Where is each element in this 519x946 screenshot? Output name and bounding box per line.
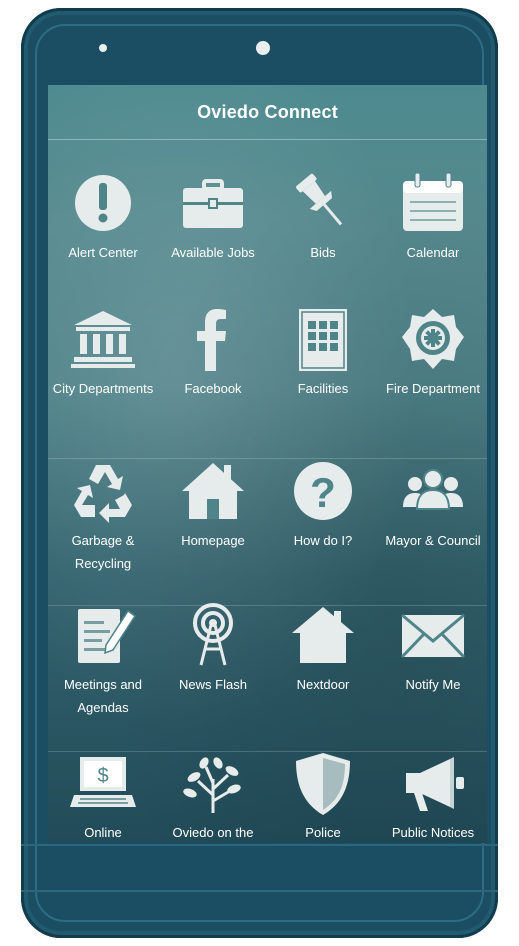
laptop-dollar-icon: $ (70, 757, 136, 807)
tile-label: Public Notices (391, 825, 475, 840)
government-building-icon (71, 311, 135, 368)
recycle-icon (74, 465, 132, 523)
pushpin-icon (296, 173, 343, 226)
tile-label: Mayor & Council (385, 533, 481, 548)
tile-label: Bids (310, 245, 336, 260)
house-icon (292, 607, 354, 663)
megaphone-icon (406, 757, 464, 811)
tile-label: Police (305, 825, 341, 840)
tree-icon (183, 757, 241, 813)
title-bar: Oviedo Connect (48, 85, 487, 140)
tile-label: Online (84, 825, 122, 840)
tile-online[interactable]: $ Online (48, 749, 158, 843)
shield-icon (296, 753, 350, 815)
tile-police[interactable]: Police (268, 749, 378, 843)
tile-oviedo-on-the[interactable]: Oviedo on the (158, 749, 268, 843)
tile-available-jobs[interactable]: Available Jobs (158, 169, 268, 264)
home-icon (182, 463, 244, 519)
briefcase-icon (183, 179, 243, 228)
tile-how-do-i[interactable]: ? How do I? (268, 457, 378, 552)
tile-public-notices[interactable]: Public Notices (378, 749, 487, 843)
tile-calendar[interactable]: Calendar (378, 169, 487, 264)
tile-facilities[interactable]: Facilities (268, 305, 378, 400)
tile-notify-me[interactable]: Notify Me (378, 601, 487, 696)
row-divider (48, 751, 487, 752)
tile-alert-center[interactable]: Alert Center (48, 169, 158, 264)
svg-text:$: $ (97, 765, 108, 787)
fire-emblem-icon (402, 309, 464, 369)
tile-label: How do I? (293, 533, 353, 548)
phone-chin (21, 844, 498, 892)
document-pencil-icon (78, 609, 137, 663)
camera-dot (256, 41, 270, 55)
app-screen: Oviedo Connect Alert Center Available Jo… (48, 85, 487, 843)
tile-news-flash[interactable]: News Flash (158, 601, 268, 696)
tile-label: Alert Center (68, 245, 138, 260)
tile-label: Facebook (184, 381, 242, 396)
tile-city-departments[interactable]: City Departments (48, 305, 158, 400)
radio-tower-icon (193, 603, 233, 666)
tile-facebook[interactable]: Facebook (158, 305, 268, 400)
exclamation-circle-icon (75, 175, 131, 231)
tile-label: Calendar (406, 245, 460, 260)
row-divider (48, 605, 487, 606)
tile-label: Nextdoor (296, 677, 350, 692)
tile-mayor-council[interactable]: Mayor & Council (378, 457, 487, 552)
svg-text:?: ? (310, 469, 336, 516)
tile-label: Garbage & Recycling (71, 533, 135, 571)
building-icon (299, 309, 347, 371)
tile-fire-department[interactable]: Fire Department (378, 305, 487, 400)
facebook-icon (197, 309, 226, 371)
tile-homepage[interactable]: Homepage (158, 457, 268, 552)
tile-label: Homepage (181, 533, 245, 548)
tile-label: Meetings and Agendas (63, 677, 143, 715)
tile-label: Available Jobs (171, 245, 255, 260)
app-title: Oviedo Connect (197, 101, 338, 122)
tile-label: Notify Me (405, 677, 461, 692)
tile-label: Oviedo on the (172, 825, 254, 840)
people-icon (403, 469, 463, 510)
tile-bids[interactable]: Bids (268, 169, 378, 264)
tile-label: Fire Department (386, 381, 480, 396)
tile-label: City Departments (52, 381, 154, 396)
tile-garbage-recycling[interactable]: Garbage & Recycling (48, 457, 158, 575)
calendar-icon (403, 172, 463, 231)
tile-label: News Flash (179, 677, 247, 692)
speaker-dot (99, 44, 107, 52)
tile-meetings-agendas[interactable]: Meetings and Agendas (48, 601, 158, 719)
envelope-icon (400, 613, 466, 659)
row-divider (48, 458, 487, 459)
tile-label: Facilities (297, 381, 349, 396)
question-circle-icon: ? (294, 462, 352, 520)
tile-nextdoor[interactable]: Nextdoor (268, 601, 378, 696)
